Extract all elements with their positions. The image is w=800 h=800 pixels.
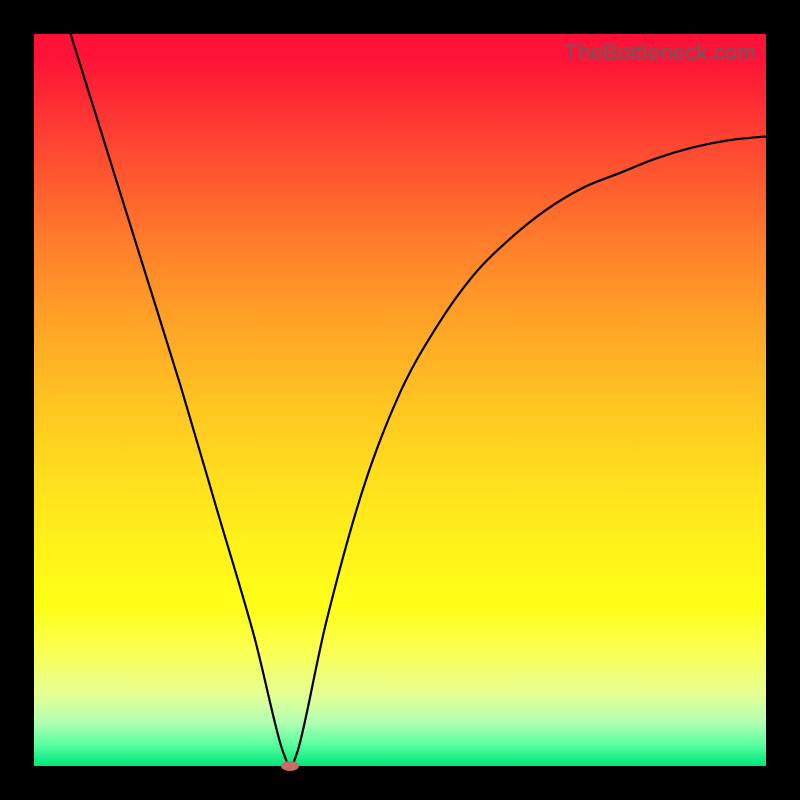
attribution-text: TheBottleneck.com: [564, 40, 756, 66]
bottleneck-curve: [71, 34, 766, 766]
curve-svg: [34, 34, 766, 766]
plot-area: TheBottleneck.com: [34, 34, 766, 766]
optimum-marker: [281, 761, 299, 771]
chart-frame: TheBottleneck.com: [0, 0, 800, 800]
